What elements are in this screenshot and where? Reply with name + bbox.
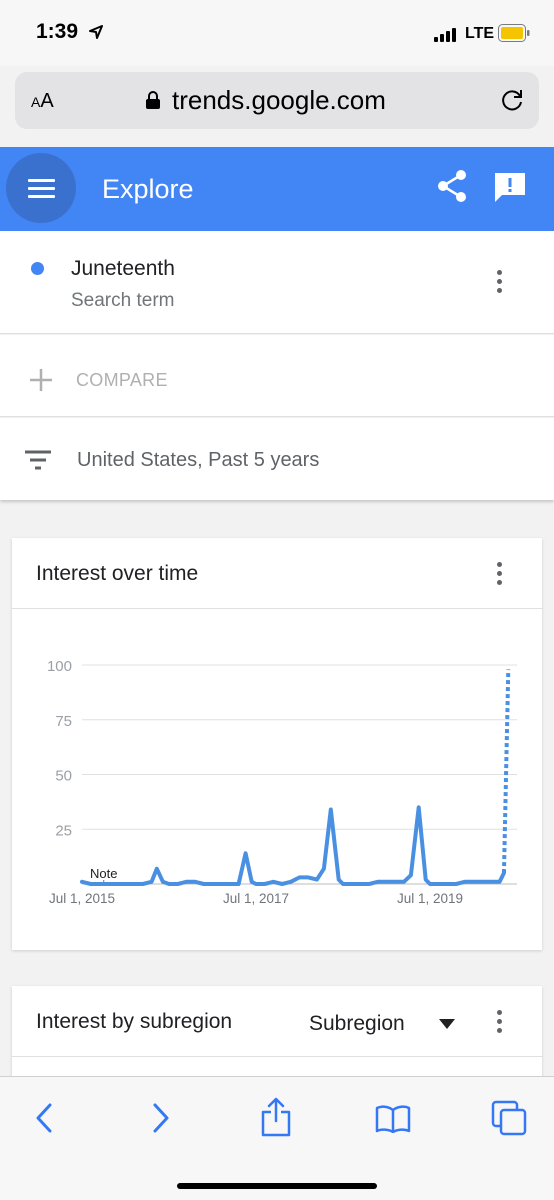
subregion-card-title: Interest by subregion bbox=[36, 1010, 233, 1033]
subregion-more-icon[interactable] bbox=[497, 1010, 503, 1037]
chart-more-icon[interactable] bbox=[497, 562, 503, 589]
y-tick-label: 100 bbox=[47, 658, 72, 675]
x-tick-label: Jul 1, 2017 bbox=[223, 891, 289, 906]
search-term-type: Search term bbox=[71, 290, 175, 311]
chart-card-title: Interest over time bbox=[36, 562, 199, 585]
location-arrow-icon bbox=[89, 25, 103, 39]
share-icon[interactable] bbox=[437, 169, 469, 203]
page-title: Explore bbox=[102, 174, 194, 204]
app-header: Explore bbox=[0, 147, 554, 231]
status-bar: 1:39 LTE bbox=[0, 0, 554, 66]
y-tick-label: 50 bbox=[55, 768, 72, 785]
feedback-icon[interactable] bbox=[493, 171, 527, 203]
dropdown-caret-icon[interactable] bbox=[439, 1019, 455, 1029]
y-tick-label: 25 bbox=[55, 822, 72, 839]
bookmarks-icon[interactable] bbox=[375, 1105, 411, 1133]
battery-icon bbox=[498, 24, 530, 42]
browser-toolbar bbox=[0, 1076, 554, 1200]
status-time: 1:39 bbox=[36, 20, 79, 43]
menu-button[interactable] bbox=[6, 153, 76, 223]
interest-chart: 100 75 50 25 Jul 1, 2015 Jul 1, 2017 Jul 1, 20… bbox=[47, 658, 517, 906]
term-more-icon[interactable] bbox=[497, 270, 503, 297]
compare-row[interactable]: COMPARE bbox=[0, 335, 554, 417]
search-term-card[interactable]: Juneteenth Search term bbox=[0, 231, 554, 334]
compare-button[interactable]: COMPARE bbox=[76, 370, 168, 391]
address-bar[interactable]: AA trends.google.com bbox=[15, 72, 539, 129]
tabs-icon[interactable] bbox=[491, 1100, 527, 1136]
interest-by-subregion-card: Interest by subregion Subregion bbox=[12, 986, 542, 1086]
filter-row[interactable]: United States, Past 5 years bbox=[0, 418, 554, 500]
lock-icon bbox=[146, 91, 160, 109]
forward-icon[interactable] bbox=[151, 1103, 171, 1133]
filter-icon[interactable] bbox=[24, 449, 52, 471]
reload-icon[interactable] bbox=[499, 87, 525, 113]
x-tick-label: Jul 1, 2015 bbox=[49, 891, 115, 906]
y-tick-label: 75 bbox=[55, 713, 72, 730]
search-term-name[interactable]: Juneteenth bbox=[71, 257, 175, 281]
share-sheet-icon[interactable] bbox=[260, 1097, 292, 1137]
series-projection-line bbox=[501, 669, 511, 874]
x-tick-label: Jul 1, 2019 bbox=[397, 891, 463, 906]
filter-summary[interactable]: United States, Past 5 years bbox=[77, 449, 319, 472]
url-text[interactable]: trends.google.com bbox=[172, 85, 386, 116]
note-label: Note bbox=[90, 866, 117, 881]
divider bbox=[12, 1056, 542, 1057]
interest-over-time-card: Interest over time 100 75 50 25 Jul 1, 2015 J… bbox=[12, 538, 542, 950]
term-color-dot bbox=[31, 262, 44, 275]
plus-icon bbox=[30, 369, 52, 391]
home-indicator bbox=[177, 1183, 377, 1189]
back-icon[interactable] bbox=[34, 1103, 54, 1133]
network-type: LTE bbox=[465, 25, 495, 42]
signal-bars-icon bbox=[434, 28, 460, 42]
subregion-select[interactable]: Subregion bbox=[309, 1012, 405, 1036]
series-line bbox=[80, 805, 506, 886]
text-size-button[interactable]: AA bbox=[31, 90, 54, 113]
